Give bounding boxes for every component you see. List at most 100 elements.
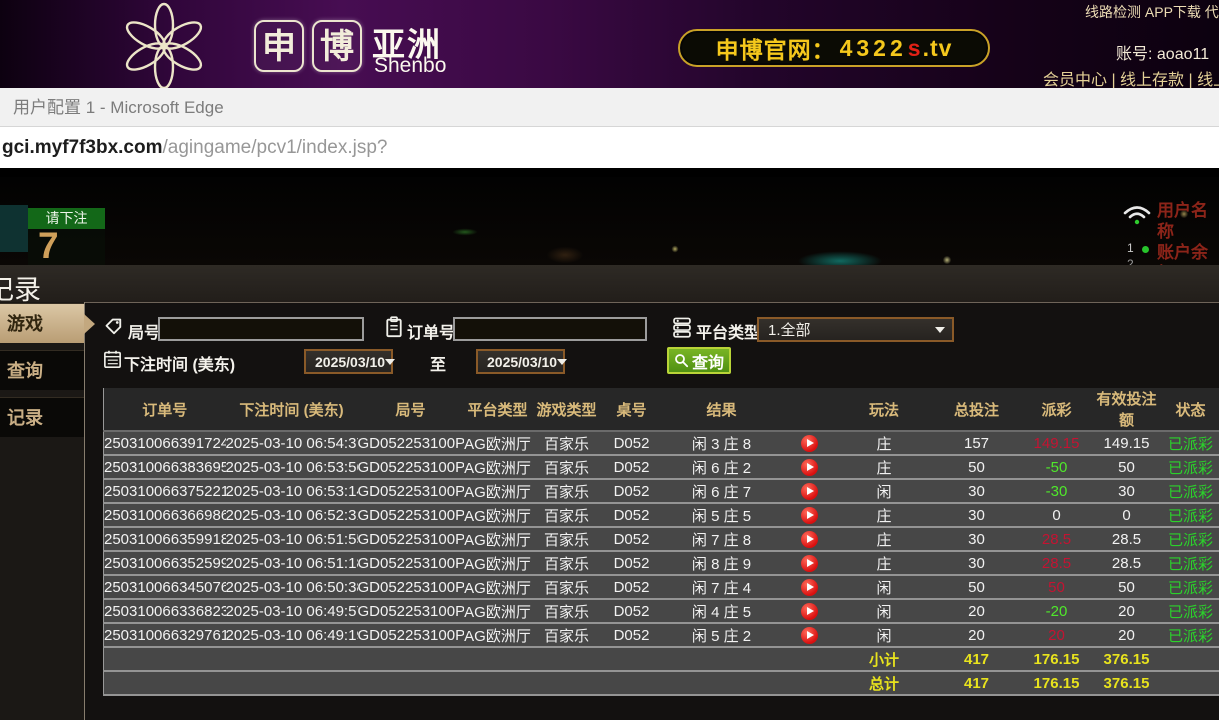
table-row: 2503100663836952025-03-10 06:53:56GD0522… xyxy=(104,455,1219,479)
cell: -20 xyxy=(1022,599,1092,623)
column-header: 下注时间 (美东) xyxy=(226,388,358,431)
play-video-icon[interactable] xyxy=(801,579,818,596)
table-row: 2503100663368232025-03-10 06:49:57GD0522… xyxy=(104,599,1219,623)
table-row: 2503100663297612025-03-10 06:49:19GD0522… xyxy=(104,623,1219,647)
cell: 0 xyxy=(1022,503,1092,527)
play-video-icon[interactable] xyxy=(801,435,818,452)
date-to-select[interactable]: 2025/03/10 xyxy=(476,349,565,374)
sidebar-tab-query[interactable]: 查询 xyxy=(0,350,84,390)
date-from-value: 2025/03/10 xyxy=(315,354,385,370)
sidebar-tab-game[interactable]: 游戏 xyxy=(0,303,84,343)
order-number-label: 订单号 xyxy=(407,319,455,343)
search-icon xyxy=(674,353,689,368)
cell: 闲 3 庄 8 xyxy=(662,431,782,455)
column-header: 总投注 xyxy=(932,388,1022,431)
play-triangle xyxy=(807,535,814,543)
cell: 闲 5 庄 2 xyxy=(662,623,782,647)
play-video-icon[interactable] xyxy=(801,483,818,500)
url-bar[interactable]: gci.myf7f3bx.com/agingame/pcv1/index.jsp… xyxy=(0,127,1219,168)
play-cell xyxy=(782,623,837,647)
cell: 176.15 xyxy=(1022,671,1092,695)
cell: GD052253100PL xyxy=(358,431,464,455)
cell: 250310066375221 xyxy=(104,479,226,503)
play-cell xyxy=(782,599,837,623)
cell: 50 xyxy=(1092,455,1162,479)
play-triangle xyxy=(807,607,814,615)
play-triangle xyxy=(807,631,814,639)
countdown-number: 7 xyxy=(38,225,59,265)
column-header: 有效投注额 xyxy=(1092,388,1162,431)
calendar-icon xyxy=(103,349,122,369)
cell: 20 xyxy=(1092,599,1162,623)
platform-type-select[interactable]: 1.全部 xyxy=(757,317,954,342)
cell: 百家乐 xyxy=(532,503,602,527)
cell: 2025-03-10 06:49:57 xyxy=(226,599,358,623)
official-site-banner[interactable]: 申博官网：4322s.tv xyxy=(678,29,990,67)
cell: AG欧洲厅 xyxy=(464,527,532,551)
cell: 庄 xyxy=(837,503,932,527)
cell: 30 xyxy=(932,527,1022,551)
top-links[interactable]: 线路检测 APP下载 代理 xyxy=(1085,2,1219,22)
cell: AG欧洲厅 xyxy=(464,503,532,527)
cell: 250310066329761 xyxy=(104,623,226,647)
logo-bo-box: 博 xyxy=(312,20,362,72)
cell: 百家乐 xyxy=(532,431,602,455)
cell: AG欧洲厅 xyxy=(464,575,532,599)
cell: 250310066366986 xyxy=(104,503,226,527)
play-video-icon[interactable] xyxy=(801,627,818,644)
sidebar-tab-record[interactable]: 记录 xyxy=(0,397,84,437)
cell: 176.15 xyxy=(1022,647,1092,671)
play-video-icon[interactable] xyxy=(801,459,818,476)
cell: 50 xyxy=(1092,575,1162,599)
play-video-icon[interactable] xyxy=(801,603,818,620)
play-cell xyxy=(782,503,837,527)
cell: 已派彩 xyxy=(1162,623,1219,647)
search-button[interactable]: 查询 xyxy=(667,347,731,374)
cell: GD052253100PG xyxy=(358,551,464,575)
cell: 149.15 xyxy=(1092,431,1162,455)
banner-number: 4322 xyxy=(840,35,907,62)
play-video-icon[interactable] xyxy=(801,531,818,548)
to-label: 至 xyxy=(430,351,446,375)
cell: 2025-03-10 06:52:31 xyxy=(226,503,358,527)
column-header: 派彩 xyxy=(1022,388,1092,431)
play-triangle xyxy=(807,487,814,495)
round-number-input[interactable] xyxy=(158,317,364,341)
cell: 闲 7 庄 8 xyxy=(662,527,782,551)
cell: AG欧洲厅 xyxy=(464,455,532,479)
divider-strip xyxy=(0,168,1219,177)
cell: D052 xyxy=(602,575,662,599)
column-header: 结果 xyxy=(662,388,782,431)
cell: 庄 xyxy=(837,455,932,479)
table-marker-box xyxy=(0,205,28,252)
cell: 250310066391724 xyxy=(104,431,226,455)
order-number-input[interactable] xyxy=(453,317,647,341)
logo-shen-box: 申 xyxy=(254,20,304,72)
date-from-select[interactable]: 2025/03/10 xyxy=(304,349,393,374)
member-links[interactable]: 会员中心 | 线上存款 | 线上取款 xyxy=(1043,66,1219,90)
table-row: 2503100663752212025-03-10 06:53:14GD0522… xyxy=(104,479,1219,503)
cell: 50 xyxy=(932,455,1022,479)
cell xyxy=(104,647,837,671)
column-header: 局号 xyxy=(358,388,464,431)
cell: -30 xyxy=(1022,479,1092,503)
cell xyxy=(1162,671,1219,695)
cell: 庄 xyxy=(837,551,932,575)
cell: 闲 5 庄 5 xyxy=(662,503,782,527)
play-triangle xyxy=(807,511,814,519)
cell: 总计 xyxy=(837,671,932,695)
cell: 28.5 xyxy=(1092,527,1162,551)
column-header: 桌号 xyxy=(602,388,662,431)
cell: 250310066345076 xyxy=(104,575,226,599)
cell: 2025-03-10 06:54:37 xyxy=(226,431,358,455)
cell: AG欧洲厅 xyxy=(464,599,532,623)
flower-logo-icon xyxy=(120,2,208,88)
cell: 50 xyxy=(1022,575,1092,599)
cell: 闲 8 庄 9 xyxy=(662,551,782,575)
date-to-value: 2025/03/10 xyxy=(487,354,557,370)
table-header-row: 订单号下注时间 (美东)局号平台类型游戏类型桌号结果玩法总投注派彩有效投注额状态 xyxy=(104,388,1219,431)
play-video-icon[interactable] xyxy=(801,555,818,572)
cell: 2025-03-10 06:53:14 xyxy=(226,479,358,503)
cell: 2025-03-10 06:53:56 xyxy=(226,455,358,479)
play-video-icon[interactable] xyxy=(801,507,818,524)
